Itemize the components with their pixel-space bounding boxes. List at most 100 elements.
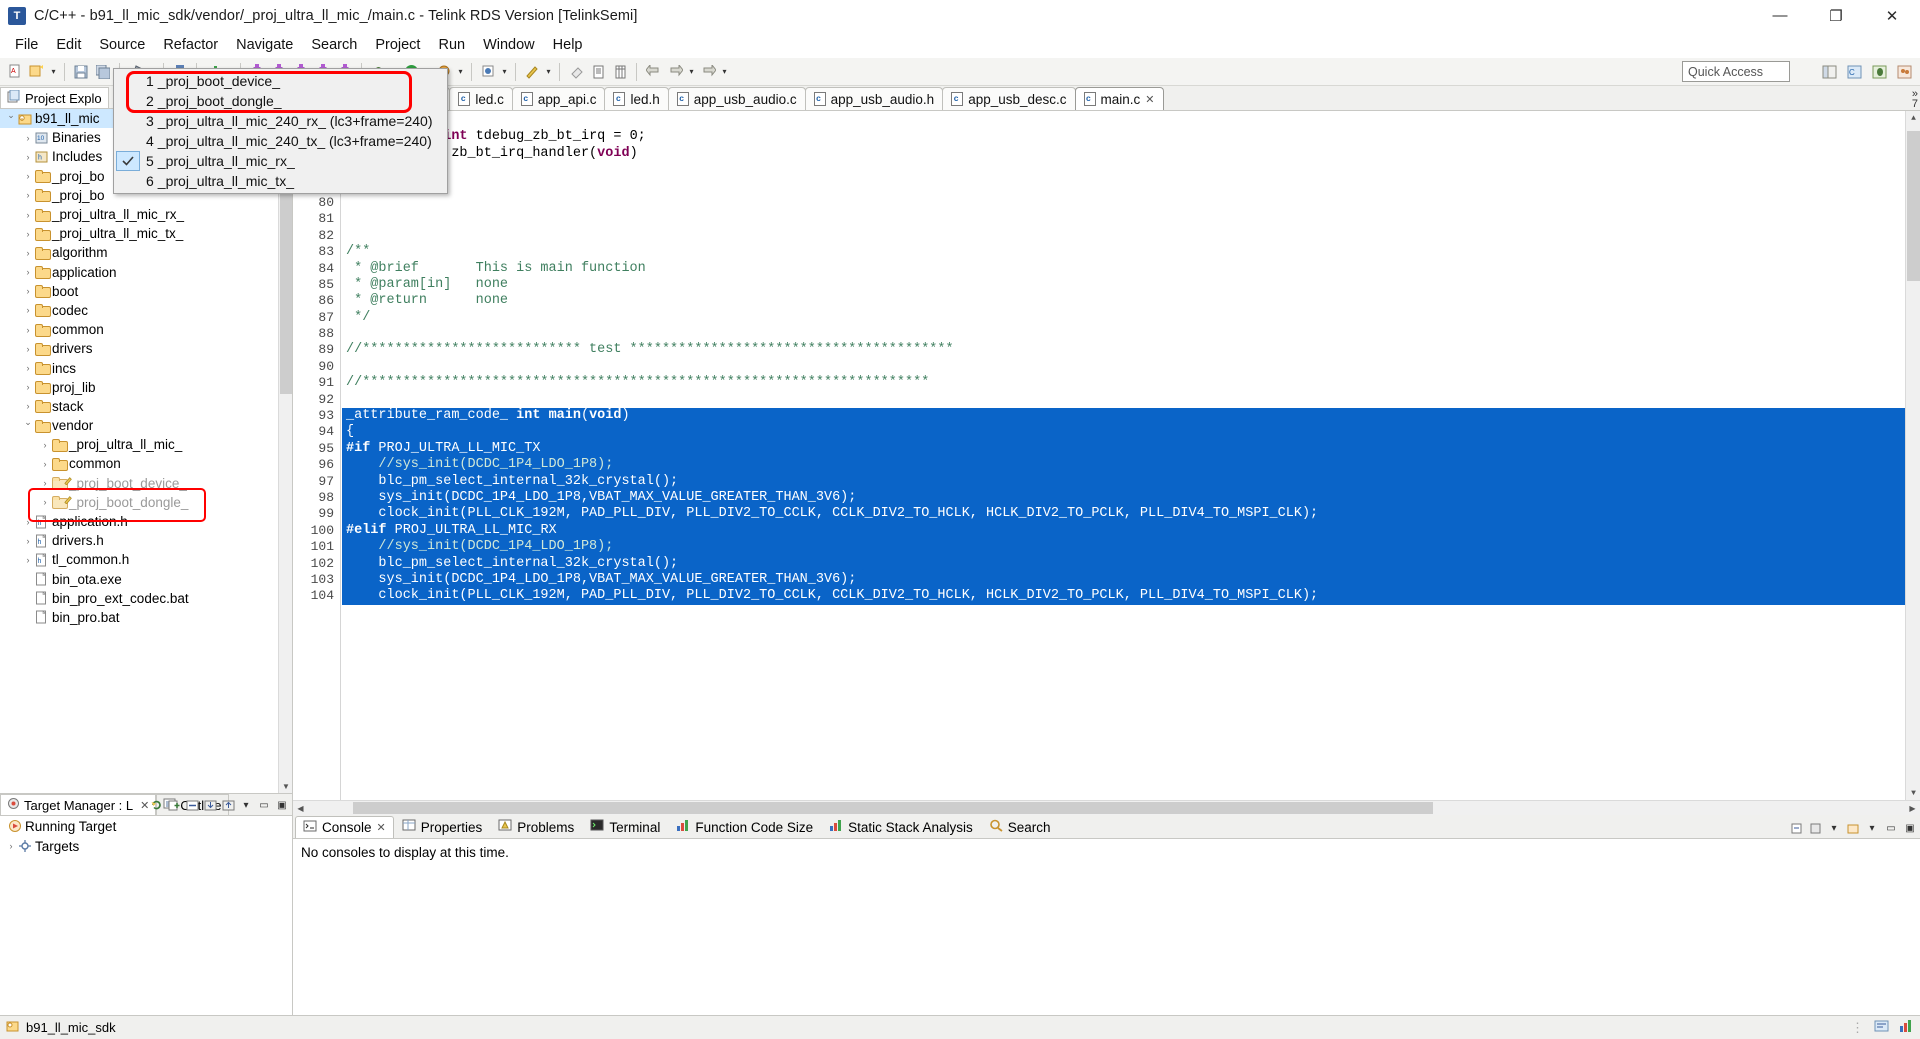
- code-line[interactable]: {: [342, 424, 1905, 441]
- console-tab[interactable]: Console ✕: [295, 816, 394, 838]
- menu-refactor[interactable]: Refactor: [154, 35, 227, 55]
- target-manager-content[interactable]: Running Target Targets: [0, 815, 292, 1015]
- editor-tab[interactable]: app_usb_audio.h: [804, 87, 944, 110]
- tree-item[interactable]: _proj_ultra_ll_mic_rx_: [0, 205, 292, 224]
- console-options-chevron-icon[interactable]: ▾: [1864, 820, 1880, 836]
- editor-tab[interactable]: app_usb_desc.c: [942, 87, 1076, 110]
- code-line[interactable]: [342, 162, 1905, 178]
- code-line[interactable]: [342, 392, 1905, 408]
- editor-vertical-scrollbar[interactable]: ▲ ▼: [1905, 111, 1920, 800]
- view-menu-icon[interactable]: ▾: [238, 797, 254, 813]
- expand-arrow-icon[interactable]: [4, 841, 18, 851]
- expand-arrow-icon[interactable]: [21, 536, 35, 546]
- close-button[interactable]: ✕: [1864, 0, 1920, 32]
- new-wizard-icon[interactable]: [26, 61, 48, 83]
- open-perspective-icon[interactable]: [1819, 61, 1841, 82]
- code-line[interactable]: blc_pm_select_internal_32k_crystal();: [342, 555, 1905, 572]
- import-icon[interactable]: [202, 797, 218, 813]
- tree-item[interactable]: bin_ota.exe: [0, 570, 292, 589]
- code-line[interactable]: #if PROJ_ULTRA_LL_MIC_TX: [342, 440, 1905, 458]
- build-config-menu-item[interactable]: 5 _proj_ultra_ll_mic_rx_: [114, 151, 447, 171]
- expand-arrow-icon[interactable]: [21, 517, 35, 527]
- expand-arrow-icon[interactable]: [21, 555, 35, 565]
- maximize-console-icon[interactable]: ▣: [1902, 820, 1918, 836]
- editor-scroll-left-icon[interactable]: ◀: [293, 801, 308, 816]
- perspective-cpp-icon[interactable]: C: [1844, 61, 1866, 82]
- code-line[interactable]: [342, 179, 1905, 195]
- editor-horizontal-scrollbar[interactable]: ◀ ▶: [293, 800, 1920, 815]
- expand-arrow-icon[interactable]: [38, 440, 52, 450]
- code-line[interactable]: _attribute_ram_code_ int main(void): [342, 408, 1905, 425]
- forward-arrow-icon[interactable]: [664, 61, 686, 83]
- minimize-console-icon[interactable]: ▭: [1883, 820, 1899, 836]
- scroll-down-arrow-icon[interactable]: ▼: [279, 779, 292, 793]
- expand-arrow-icon[interactable]: [21, 152, 35, 162]
- editor-tab[interactable]: app_api.c: [511, 87, 606, 110]
- code-line[interactable]: [342, 228, 1905, 244]
- console-tab[interactable]: Problems: [490, 816, 583, 838]
- editor-scroll-thumb[interactable]: [1907, 131, 1920, 281]
- tree-item[interactable]: common: [0, 320, 292, 339]
- maximize-button[interactable]: ❐: [1808, 0, 1864, 32]
- console-tab[interactable]: Terminal: [582, 816, 669, 838]
- code-line[interactable]: //*************************** test *****…: [342, 342, 1905, 358]
- code-line[interactable]: sys_init(DCDC_1P4_LDO_1P8,VBAT_MAX_VALUE…: [342, 571, 1905, 589]
- build-configuration-dropdown-menu[interactable]: 1 _proj_boot_device_ 2 _proj_boot_dongle_ 3 _…: [113, 68, 448, 194]
- expand-arrow-icon[interactable]: [38, 459, 52, 469]
- target-manager-row-targets[interactable]: Targets: [0, 836, 292, 856]
- perspective-team-icon[interactable]: [1894, 61, 1916, 82]
- code-line[interactable]: * @brief This is main function: [342, 261, 1905, 277]
- editor-scroll-down-icon[interactable]: ▼: [1906, 786, 1920, 800]
- new-wizard-chevron-icon[interactable]: ▾: [48, 61, 59, 83]
- tree-item[interactable]: stack: [0, 397, 292, 416]
- expand-arrow-icon[interactable]: [21, 267, 35, 277]
- new-target-icon[interactable]: [166, 797, 182, 813]
- collapse-arrow-icon[interactable]: [21, 420, 35, 431]
- code-line[interactable]: * @return none: [342, 293, 1905, 309]
- editor-tab[interactable]: main.c ✕: [1074, 87, 1164, 110]
- code-line[interactable]: * @param[in] none: [342, 277, 1905, 293]
- tree-item[interactable]: vendor: [0, 416, 292, 435]
- expand-arrow-icon[interactable]: [21, 210, 35, 220]
- tab-target-manager[interactable]: Target Manager : L ✕: [0, 794, 157, 815]
- code-line[interactable]: //**************************************…: [342, 375, 1905, 391]
- code-line[interactable]: m_code_ void zb_bt_irq_handler(void): [342, 146, 1905, 162]
- tree-item[interactable]: proj_lib: [0, 378, 292, 397]
- console-tab[interactable]: Static Stack Analysis: [821, 816, 981, 838]
- editor-tab[interactable]: app_usb_audio.c: [667, 87, 806, 110]
- build-config-menu-item[interactable]: 2 _proj_boot_dongle_: [114, 91, 447, 111]
- pencil-icon[interactable]: [521, 61, 543, 83]
- tab-project-explorer[interactable]: Project Explo: [0, 87, 109, 108]
- new-class-icon[interactable]: [477, 61, 499, 83]
- table-icon[interactable]: [609, 61, 631, 83]
- menu-help[interactable]: Help: [544, 35, 592, 55]
- editor-tab[interactable]: led.h: [604, 87, 669, 110]
- tree-item[interactable]: algorithm: [0, 243, 292, 262]
- console-tab[interactable]: Properties: [393, 816, 491, 838]
- save-all-icon[interactable]: [92, 61, 114, 83]
- code-text-area[interactable]: le unsigned int tdebug_zb_bt_irq = 0;m_c…: [342, 111, 1905, 800]
- refresh-icon[interactable]: [148, 797, 164, 813]
- save-icon[interactable]: [70, 61, 92, 83]
- perspective-debug-icon[interactable]: [1869, 61, 1891, 82]
- tree-item[interactable]: h application.h: [0, 512, 292, 531]
- code-line[interactable]: blc_pm_select_internal_32k_crystal();: [342, 473, 1905, 490]
- menu-window[interactable]: Window: [474, 35, 544, 55]
- expand-arrow-icon[interactable]: [21, 325, 35, 335]
- build-config-menu-item[interactable]: 3 _proj_ultra_ll_mic_240_rx_ (lc3+frame=2…: [114, 111, 447, 131]
- expand-arrow-icon[interactable]: [21, 344, 35, 354]
- code-line[interactable]: //sys_init(DCDC_1P4_LDO_1P8);: [342, 539, 1905, 556]
- expand-arrow-icon[interactable]: [21, 305, 35, 315]
- code-line[interactable]: le unsigned int tdebug_zb_bt_irq = 0;: [342, 129, 1905, 145]
- forward-chevron-icon[interactable]: ▾: [686, 61, 697, 83]
- tree-item[interactable]: h drivers.h: [0, 531, 292, 550]
- quick-access-input[interactable]: Quick Access: [1682, 61, 1790, 82]
- code-line[interactable]: clock_init(PLL_CLK_192M, PAD_PLL_DIV, PL…: [342, 588, 1905, 605]
- expand-arrow-icon[interactable]: [21, 229, 35, 239]
- collapse-all-icon[interactable]: [184, 797, 200, 813]
- open-console-icon[interactable]: [1845, 820, 1861, 836]
- build-config-menu-item[interactable]: 6 _proj_ultra_ll_mic_tx_: [114, 171, 447, 191]
- minimize-button[interactable]: —: [1752, 0, 1808, 32]
- tree-item[interactable]: drivers: [0, 339, 292, 358]
- expand-arrow-icon[interactable]: [21, 401, 35, 411]
